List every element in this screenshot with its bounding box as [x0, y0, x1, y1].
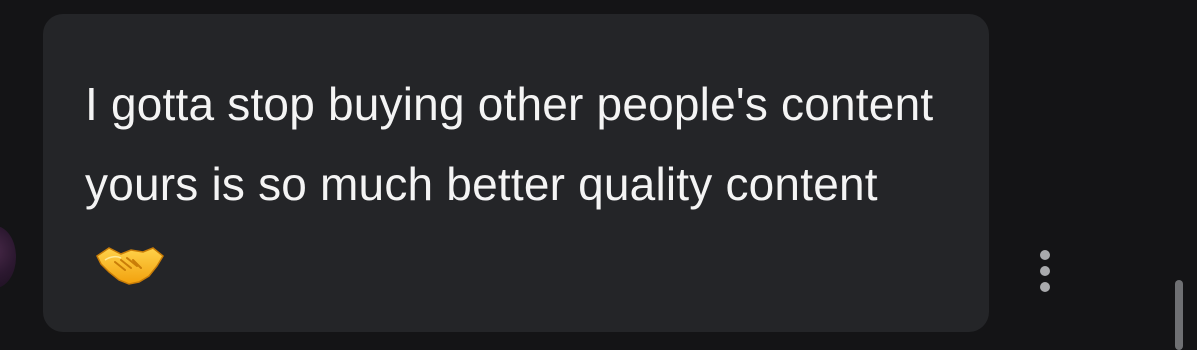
dot-icon	[1040, 266, 1050, 276]
avatar[interactable]	[0, 226, 16, 288]
dot-icon	[1040, 282, 1050, 292]
message-bubble: I gotta stop buying other people's conte…	[43, 14, 989, 332]
chat-screen: I gotta stop buying other people's conte…	[0, 0, 1197, 350]
handshake-icon	[95, 230, 165, 285]
scrollbar[interactable]	[1175, 280, 1183, 350]
more-options-button[interactable]	[1030, 246, 1060, 296]
message-text: I gotta stop buying other people's conte…	[85, 78, 934, 210]
dot-icon	[1040, 250, 1050, 260]
message-text-container: I gotta stop buying other people's conte…	[85, 64, 945, 304]
